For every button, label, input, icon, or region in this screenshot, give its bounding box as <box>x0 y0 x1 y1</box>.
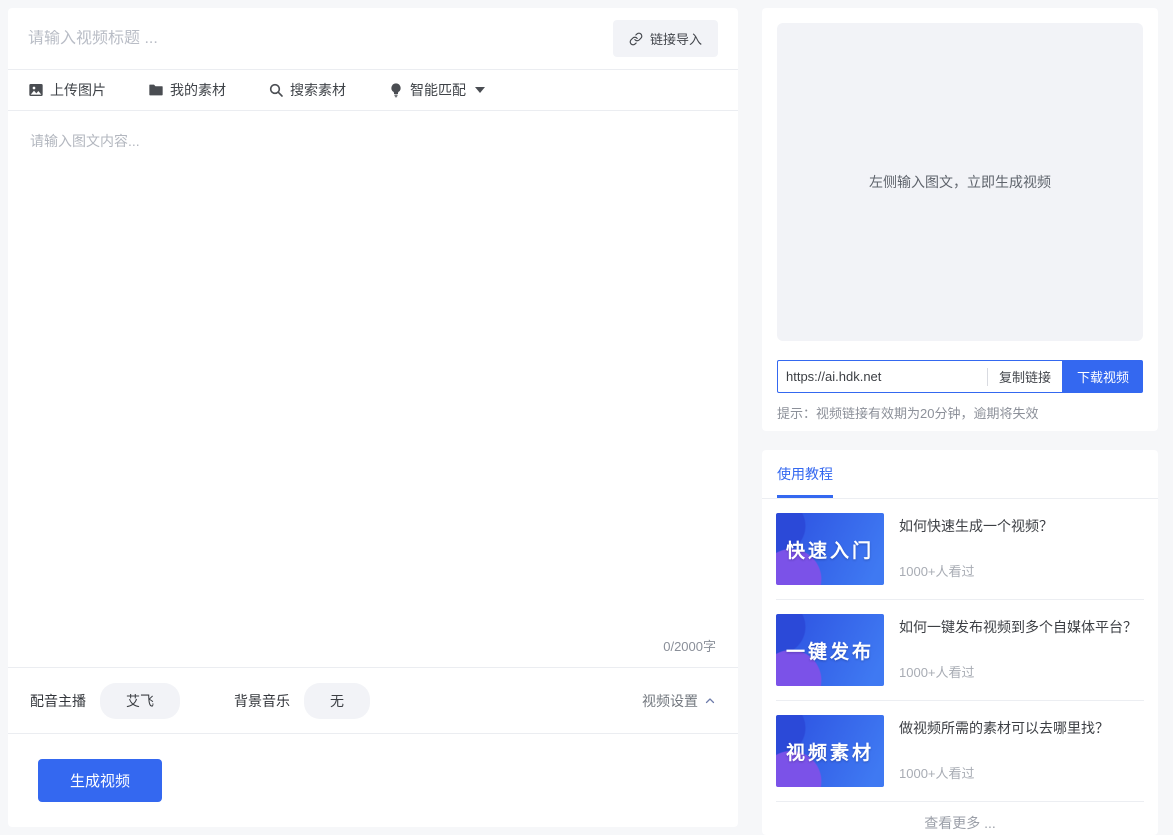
content-editor-area: 0/2000字 <box>8 111 738 668</box>
tutorial-view-count: 1000+人看过 <box>899 561 1144 580</box>
view-more-button[interactable]: 查看更多 ... <box>762 802 1158 835</box>
video-settings-label: 视频设置 <box>642 691 698 711</box>
tutorial-item[interactable]: 视频素材 做视频所需的素材可以去哪里找？ 1000+人看过 <box>762 701 1158 801</box>
editor-toolbar: 上传图片 我的素材 搜索素材 智能匹配 <box>8 70 738 111</box>
tutorial-thumbnail: 视频素材 <box>776 715 884 787</box>
image-icon <box>28 82 44 98</box>
search-materials-button[interactable]: 搜索素材 <box>268 80 346 100</box>
tutorial-thumbnail: 一键发布 <box>776 614 884 686</box>
bg-music-select[interactable]: 无 <box>304 683 370 719</box>
voice-anchor-label: 配音主播 <box>30 691 86 711</box>
voice-anchor-select[interactable]: 艾飞 <box>100 683 180 719</box>
search-icon <box>268 82 284 98</box>
lightbulb-icon <box>388 82 404 98</box>
search-materials-label: 搜索素材 <box>290 80 346 100</box>
tutorial-panel: 使用教程 快速入门 如何快速生成一个视频？ 1000+人看过 一键发布 如何一键… <box>762 450 1158 835</box>
link-expiry-tip: 提示：视频链接有效期为20分钟，逾期将失效 <box>777 403 1143 422</box>
download-video-button[interactable]: 下载视频 <box>1063 360 1143 393</box>
chevron-up-icon <box>704 695 716 707</box>
editor-panel: 链接导入 上传图片 我的素材 搜索素材 <box>8 8 738 827</box>
char-count: 0/2000字 <box>663 636 716 655</box>
link-import-label: 链接导入 <box>650 29 702 48</box>
my-materials-button[interactable]: 我的素材 <box>148 80 226 100</box>
tutorial-item[interactable]: 快速入门 如何快速生成一个视频？ 1000+人看过 <box>762 499 1158 599</box>
video-preview-panel: 左侧输入图文，立即生成视频 复制链接 下载视频 提示：视频链接有效期为20分钟，… <box>762 8 1158 431</box>
tutorial-title: 如何快速生成一个视频？ <box>899 516 1144 536</box>
tutorial-view-count: 1000+人看过 <box>899 662 1144 681</box>
upload-image-button[interactable]: 上传图片 <box>28 80 106 100</box>
content-input[interactable] <box>8 111 738 631</box>
video-link-row: 复制链接 下载视频 <box>777 360 1143 393</box>
tutorial-thumbnail: 快速入门 <box>776 513 884 585</box>
video-title-input[interactable] <box>28 30 613 48</box>
video-link-input-wrap: 复制链接 <box>777 360 1063 393</box>
copy-link-button[interactable]: 复制链接 <box>988 367 1062 386</box>
tutorial-view-count: 1000+人看过 <box>899 763 1144 782</box>
link-import-button[interactable]: 链接导入 <box>613 20 718 57</box>
upload-image-label: 上传图片 <box>50 80 106 100</box>
generate-footer: 生成视频 <box>8 733 738 827</box>
folder-icon <box>148 82 164 98</box>
smart-match-dropdown[interactable]: 智能匹配 <box>388 80 485 100</box>
tutorial-item[interactable]: 一键发布 如何一键发布视频到多个自媒体平台？ 1000+人看过 <box>762 600 1158 700</box>
bg-music-label: 背景音乐 <box>234 691 290 711</box>
tutorial-title: 如何一键发布视频到多个自媒体平台？ <box>899 617 1144 637</box>
video-preview-box: 左侧输入图文，立即生成视频 <box>777 23 1143 341</box>
chevron-down-icon <box>475 87 485 93</box>
preview-placeholder-text: 左侧输入图文，立即生成视频 <box>869 172 1051 192</box>
generate-video-button[interactable]: 生成视频 <box>38 759 162 802</box>
title-row: 链接导入 <box>8 8 738 70</box>
smart-match-label: 智能匹配 <box>410 80 466 100</box>
video-link-input[interactable] <box>778 369 987 384</box>
tutorial-tab-header: 使用教程 <box>762 450 1158 499</box>
my-materials-label: 我的素材 <box>170 80 226 100</box>
tutorial-title: 做视频所需的素材可以去哪里找？ <box>899 718 1144 738</box>
tab-tutorials[interactable]: 使用教程 <box>777 464 833 498</box>
video-settings-toggle[interactable]: 视频设置 <box>642 691 716 711</box>
settings-row: 配音主播 艾飞 背景音乐 无 视频设置 <box>8 668 738 733</box>
link-icon <box>629 32 643 46</box>
